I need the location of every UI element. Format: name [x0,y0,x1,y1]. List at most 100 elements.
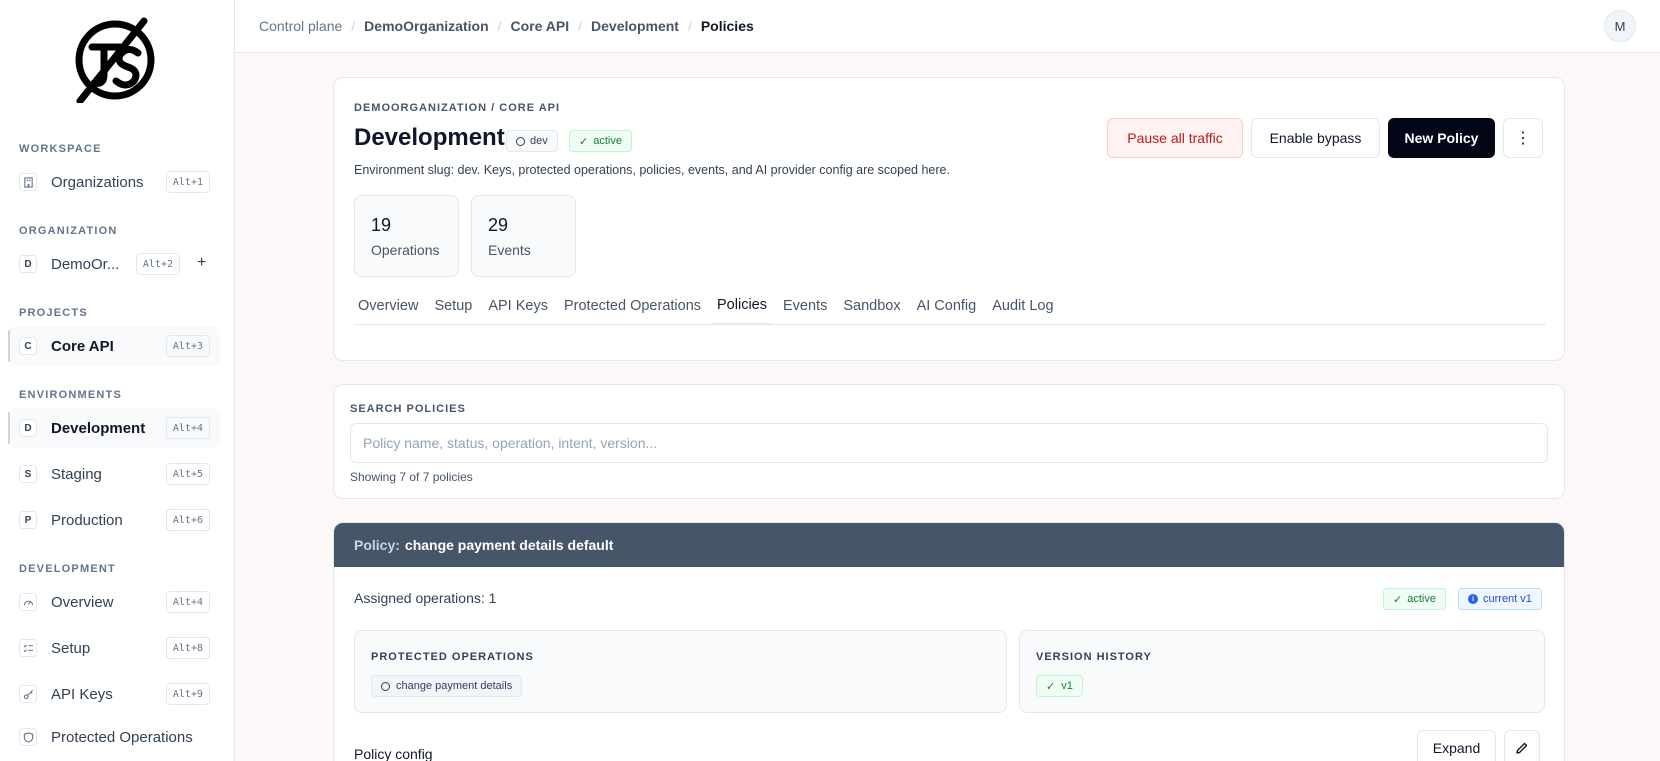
version-history-box: VERSION HISTORY ✓ v1 [1019,630,1545,713]
sidebar: WORKSPACE Organizations Alt+1 ORGANIZATI… [0,0,235,761]
status-badge: ✓ active [569,130,632,152]
sidebar-item-organization[interactable]: D DemoOr... Alt+2 [8,244,183,284]
breadcrumb-separator: / [687,18,692,34]
protected-operations-box: PROTECTED OPERATIONS change payment deta… [354,630,1007,713]
version-history-title: VERSION HISTORY [1036,651,1152,663]
shield-icon [19,728,37,746]
sidebar-item-label: Organizations [51,173,144,191]
protected-operations-title: PROTECTED OPERATIONS [371,651,534,663]
sidebar-item-label: API Keys [51,685,113,703]
tab-ai-config[interactable]: AI Config [913,290,981,325]
new-policy-button[interactable]: New Policy [1388,118,1495,158]
status-text: active [593,135,622,147]
sidebar-item-label: Setup [51,639,91,657]
sidebar-item-production[interactable]: P Production Alt+6 [8,500,220,540]
add-organization-button[interactable]: + [197,254,206,272]
stat-label: Events [488,242,531,258]
protected-operation-name: change payment details [396,680,513,692]
env-slug-text: dev [530,135,548,147]
sidebar-item-organizations[interactable]: Organizations Alt+1 [8,162,220,202]
breadcrumb-item-current: Policies [700,18,754,34]
search-card: SEARCH POLICIES Showing 7 of 7 policies [333,384,1565,499]
sidebar-item-label: Production [51,511,123,529]
env-slug-badge: dev [506,130,558,152]
stat-operations: 19 Operations [354,195,459,277]
tab-api-keys[interactable]: API Keys [484,290,552,325]
tab-setup[interactable]: Setup [430,290,476,325]
policy-config-label: Policy config [354,746,433,761]
search-label: SEARCH POLICIES [350,403,466,415]
sidebar-item-label: Staging [51,465,102,483]
gauge-icon [19,593,37,611]
version-chip[interactable]: ✓ v1 [1036,675,1083,697]
brand-logo[interactable] [72,17,158,103]
edit-icon[interactable] [1504,730,1540,761]
shortcut-hint: Alt+6 [165,509,210,531]
policy-card: Policy: change payment details default A… [333,522,1565,761]
tab-events[interactable]: Events [779,290,831,325]
policy-header[interactable]: Policy: change payment details default [334,523,1564,567]
section-title-environments: ENVIRONMENTS [19,389,123,401]
policy-prefix: Policy: [354,537,400,553]
shortcut-hint: Alt+2 [135,253,180,275]
check-icon: ✓ [1393,593,1403,606]
stat-events: 29 Events [471,195,576,277]
project-letter-icon: C [19,337,37,355]
sidebar-item-staging[interactable]: S Staging Alt+5 [8,454,220,494]
page-title: Development [354,124,505,151]
protected-operation-chip[interactable]: change payment details [371,675,523,697]
section-title-workspace: WORKSPACE [19,143,102,155]
env-letter-icon: D [19,419,37,437]
checklist-icon [19,639,37,657]
env-letter-icon: S [19,465,37,483]
tab-sandbox[interactable]: Sandbox [839,290,904,325]
shortcut-hint: Alt+9 [165,683,210,705]
sidebar-item-overview[interactable]: Overview Alt+4 [8,582,220,622]
section-title-development: DEVELOPMENT [19,563,116,575]
breadcrumb-separator: / [497,18,502,34]
pause-traffic-button[interactable]: Pause all traffic [1107,118,1243,158]
check-icon: ✓ [1046,680,1056,693]
stat-value: 19 [371,215,392,235]
sidebar-item-label: Overview [51,593,114,611]
main-content: DEMOORGANIZATION / CORE API Development … [235,53,1660,761]
breadcrumb-item-control-plane[interactable]: Control plane [259,18,342,34]
policy-status-text: active [1407,593,1436,605]
policy-name: change payment details default [404,537,614,553]
environment-tabs: Overview Setup API Keys Protected Operat… [354,290,1546,325]
expand-button[interactable]: Expand [1417,730,1496,761]
sidebar-item-api-keys[interactable]: API Keys Alt+9 [8,674,220,714]
org-letter-icon: D [19,255,37,273]
breadcrumb: Control plane / DemoOrganization / Core … [259,18,754,34]
tab-overview[interactable]: Overview [354,290,422,325]
tab-audit-log[interactable]: Audit Log [988,290,1057,325]
sidebar-item-label: Development [51,419,146,437]
sidebar-item-protected-operations[interactable]: Protected Operations [8,717,220,757]
environment-card: DEMOORGANIZATION / CORE API Development … [333,77,1565,361]
tab-policies[interactable]: Policies [713,290,771,325]
breadcrumb-item-project[interactable]: Core API [511,18,570,34]
circle-icon [381,681,390,691]
shortcut-hint: Alt+8 [165,637,210,659]
breadcrumb-item-organization[interactable]: DemoOrganization [364,18,488,34]
stat-label: Operations [371,242,440,258]
breadcrumb-separator: / [578,18,583,34]
stat-value: 29 [488,215,509,235]
sidebar-item-label: Core API [51,337,114,355]
sidebar-item-development[interactable]: D Development Alt+4 [8,408,220,448]
sidebar-item-label: DemoOr... [51,255,120,273]
sidebar-item-core-api[interactable]: C Core API Alt+3 [8,326,220,366]
avatar[interactable]: M [1604,10,1636,42]
more-options-icon[interactable]: ⋮ [1503,118,1543,158]
sidebar-item-label: Protected Operations [51,728,193,746]
breadcrumb-item-environment[interactable]: Development [591,18,679,34]
enable-bypass-button[interactable]: Enable bypass [1251,118,1380,158]
tab-protected-operations[interactable]: Protected Operations [560,290,705,325]
search-input[interactable] [350,423,1548,463]
sidebar-item-setup[interactable]: Setup Alt+8 [8,628,220,668]
policy-version-text: current v1 [1483,593,1532,605]
assigned-operations: Assigned operations: 1 [354,590,497,606]
environment-description: Environment slug: dev. Keys, protected o… [354,163,950,177]
circle-icon [516,136,525,146]
check-icon: ✓ [579,135,589,148]
